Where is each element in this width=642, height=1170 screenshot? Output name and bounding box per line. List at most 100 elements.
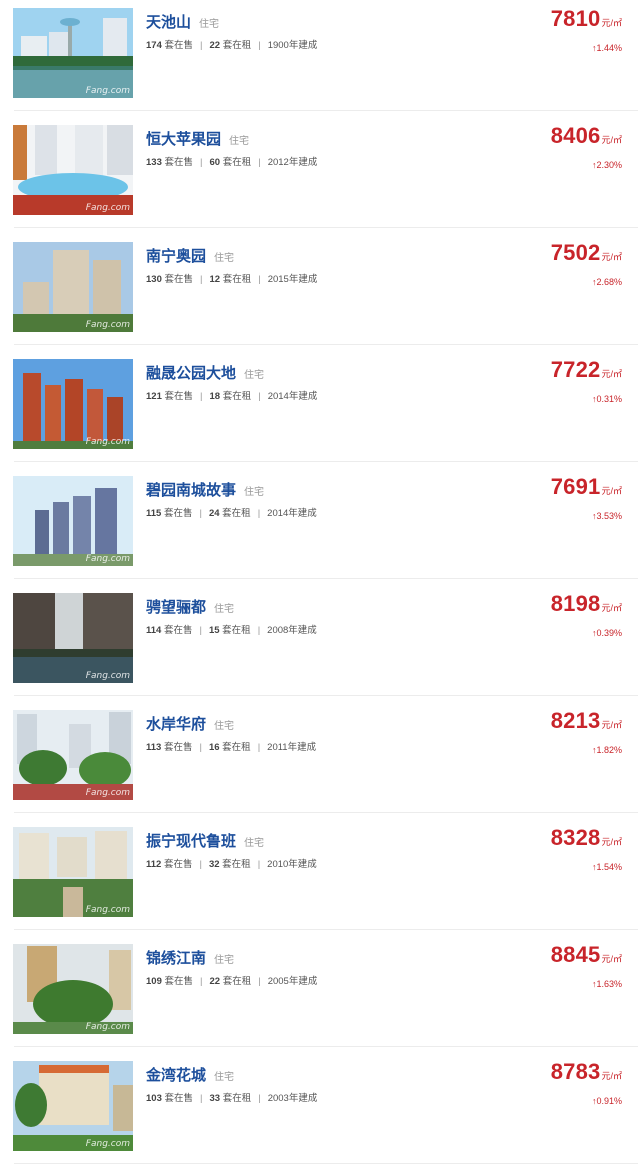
sale-count: 112: [146, 859, 162, 870]
listing-photo[interactable]: Fang.com: [13, 593, 133, 683]
listing-name-link[interactable]: 水岸华府 住宅: [146, 713, 234, 734]
listing-photo[interactable]: Fang.com: [13, 827, 133, 917]
sale-count: 121: [146, 391, 162, 402]
listing-photo[interactable]: Fang.com: [13, 8, 133, 98]
property-type-tag: 住宅: [199, 19, 220, 30]
listing-name-link[interactable]: 南宁奥园 住宅: [146, 245, 234, 266]
avg-price: 8198元/㎡: [551, 591, 622, 617]
change-value: 1.82%: [596, 745, 622, 755]
price-unit: 元/㎡: [601, 135, 622, 145]
building-photo-icon: [13, 827, 133, 917]
built-year: 2015: [267, 274, 289, 285]
property-type-tag: 住宅: [244, 370, 265, 381]
sale-label: 套在售: [163, 508, 193, 519]
price-unit: 元/㎡: [601, 486, 622, 496]
change-value: 0.39%: [596, 628, 622, 638]
rent-count: 15: [208, 625, 220, 636]
rent-label: 套在租: [222, 40, 252, 51]
property-type-tag: 住宅: [214, 604, 235, 615]
divider: |: [200, 976, 203, 987]
divider: |: [199, 625, 202, 636]
listing-stats: 112 套在售 | 32 套在租 | 2010年建成: [146, 856, 317, 870]
listing-name-link[interactable]: 融晟公园大地 住宅: [146, 362, 264, 383]
listing-name: 振宁现代鲁班: [146, 833, 237, 850]
listing-photo[interactable]: Fang.com: [13, 1061, 133, 1151]
listing-name-link[interactable]: 骋望骊都 住宅: [146, 596, 234, 617]
rent-count: 16: [208, 742, 220, 753]
listing-row[interactable]: Fang.com 骋望骊都 住宅 114 套在售 | 15 套在租 | 2008年建成 8198…: [0, 585, 642, 702]
building-photo-icon: [13, 125, 133, 215]
sale-count: 114: [146, 625, 162, 636]
watermark-text: Fang.com: [85, 320, 130, 330]
rent-label: 套在租: [222, 1093, 252, 1104]
price-unit: 元/㎡: [601, 369, 622, 379]
built-year: 1900: [267, 40, 289, 51]
sale-label: 套在售: [164, 274, 194, 285]
watermark-text: Fang.com: [85, 437, 130, 447]
listing-row[interactable]: Fang.com 振宁现代鲁班 住宅 112 套在售 | 32 套在租 | 2010年建成 83…: [0, 819, 642, 936]
listing-photo[interactable]: Fang.com: [13, 710, 133, 800]
price-change: ↑0.91%: [592, 1096, 622, 1106]
listing-row[interactable]: Fang.com 碧园南城故事 住宅 115 套在售 | 24 套在租 | 2014年建成 76…: [0, 468, 642, 585]
listing-row[interactable]: Fang.com 南宁奥园 住宅 130 套在售 | 12 套在租 | 2015年建成 7502…: [0, 234, 642, 351]
price-change: ↑2.30%: [592, 160, 622, 170]
listing-row[interactable]: Fang.com 恒大苹果园 住宅 133 套在售 | 60 套在租 | 2012年建成 840…: [0, 117, 642, 234]
listing-row[interactable]: Fang.com 锦绣江南 住宅 109 套在售 | 22 套在租 | 2005年建成 8845…: [0, 936, 642, 1053]
watermark-text: Fang.com: [85, 905, 130, 915]
listing-row[interactable]: Fang.com 融晟公园大地 住宅 121 套在售 | 18 套在租 | 2014年建成 77…: [0, 351, 642, 468]
listing-row[interactable]: Fang.com 金湾花城 住宅 103 套在售 | 33 套在租 | 2003年建成 8783…: [0, 1053, 642, 1170]
divider: |: [258, 391, 261, 402]
building-photo-icon: [13, 944, 133, 1034]
listing-row[interactable]: Fang.com 水岸华府 住宅 113 套在售 | 16 套在租 | 2011年建成 8213…: [0, 702, 642, 819]
listing-name-link[interactable]: 振宁现代鲁班 住宅: [146, 830, 264, 851]
listing-name-link[interactable]: 天池山 住宅: [146, 11, 219, 32]
built-label: 年建成: [288, 274, 318, 285]
row-divider: [14, 461, 638, 462]
price-unit: 元/㎡: [601, 252, 622, 262]
avg-price: 8213元/㎡: [551, 708, 622, 734]
change-value: 1.44%: [596, 43, 622, 53]
price-change: ↑1.63%: [592, 979, 622, 989]
listing-name-link[interactable]: 锦绣江南 住宅: [146, 947, 234, 968]
sale-count: 174: [146, 40, 162, 51]
built-year: 2005: [267, 976, 289, 987]
price-change: ↑0.31%: [592, 394, 622, 404]
watermark-text: Fang.com: [85, 1139, 130, 1149]
listing-photo[interactable]: Fang.com: [13, 125, 133, 215]
change-value: 2.30%: [596, 160, 622, 170]
avg-price: 7502元/㎡: [551, 240, 622, 266]
building-photo-icon: [13, 710, 133, 800]
built-year: 2003: [267, 1093, 289, 1104]
built-label: 年建成: [288, 976, 318, 987]
rent-label: 套在租: [222, 157, 252, 168]
price-value: 8783: [550, 1059, 601, 1084]
listing-name: 恒大苹果园: [146, 131, 222, 148]
listing-name-link[interactable]: 金湾花城 住宅: [146, 1064, 234, 1085]
built-label: 年建成: [288, 40, 318, 51]
row-divider: [14, 929, 638, 930]
sale-label: 套在售: [163, 742, 193, 753]
rent-count: 24: [208, 508, 220, 519]
listing-photo[interactable]: Fang.com: [13, 359, 133, 449]
price-change: ↑2.68%: [592, 277, 622, 287]
divider: |: [199, 859, 202, 870]
listing-row[interactable]: Fang.com 天池山 住宅 174 套在售 | 22 套在租 | 1900年建成 7810元…: [0, 0, 642, 117]
divider: |: [200, 1093, 203, 1104]
listing-name-link[interactable]: 恒大苹果园 住宅: [146, 128, 249, 149]
row-divider: [14, 110, 638, 111]
divider: |: [258, 976, 261, 987]
listing-photo[interactable]: Fang.com: [13, 242, 133, 332]
listing-stats: 113 套在售 | 16 套在租 | 2011年建成: [146, 739, 316, 753]
rent-count: 32: [208, 859, 220, 870]
listing-photo[interactable]: Fang.com: [13, 944, 133, 1034]
price-unit: 元/㎡: [601, 837, 622, 847]
price-unit: 元/㎡: [601, 954, 622, 964]
change-value: 1.63%: [596, 979, 622, 989]
sale-count: 130: [146, 274, 162, 285]
row-divider: [14, 578, 638, 579]
listing-stats: 114 套在售 | 15 套在租 | 2008年建成: [146, 622, 317, 636]
divider: |: [257, 508, 261, 519]
listing-photo[interactable]: Fang.com: [13, 476, 133, 566]
rent-count: 60: [209, 157, 221, 168]
listing-name-link[interactable]: 碧园南城故事 住宅: [146, 479, 264, 500]
